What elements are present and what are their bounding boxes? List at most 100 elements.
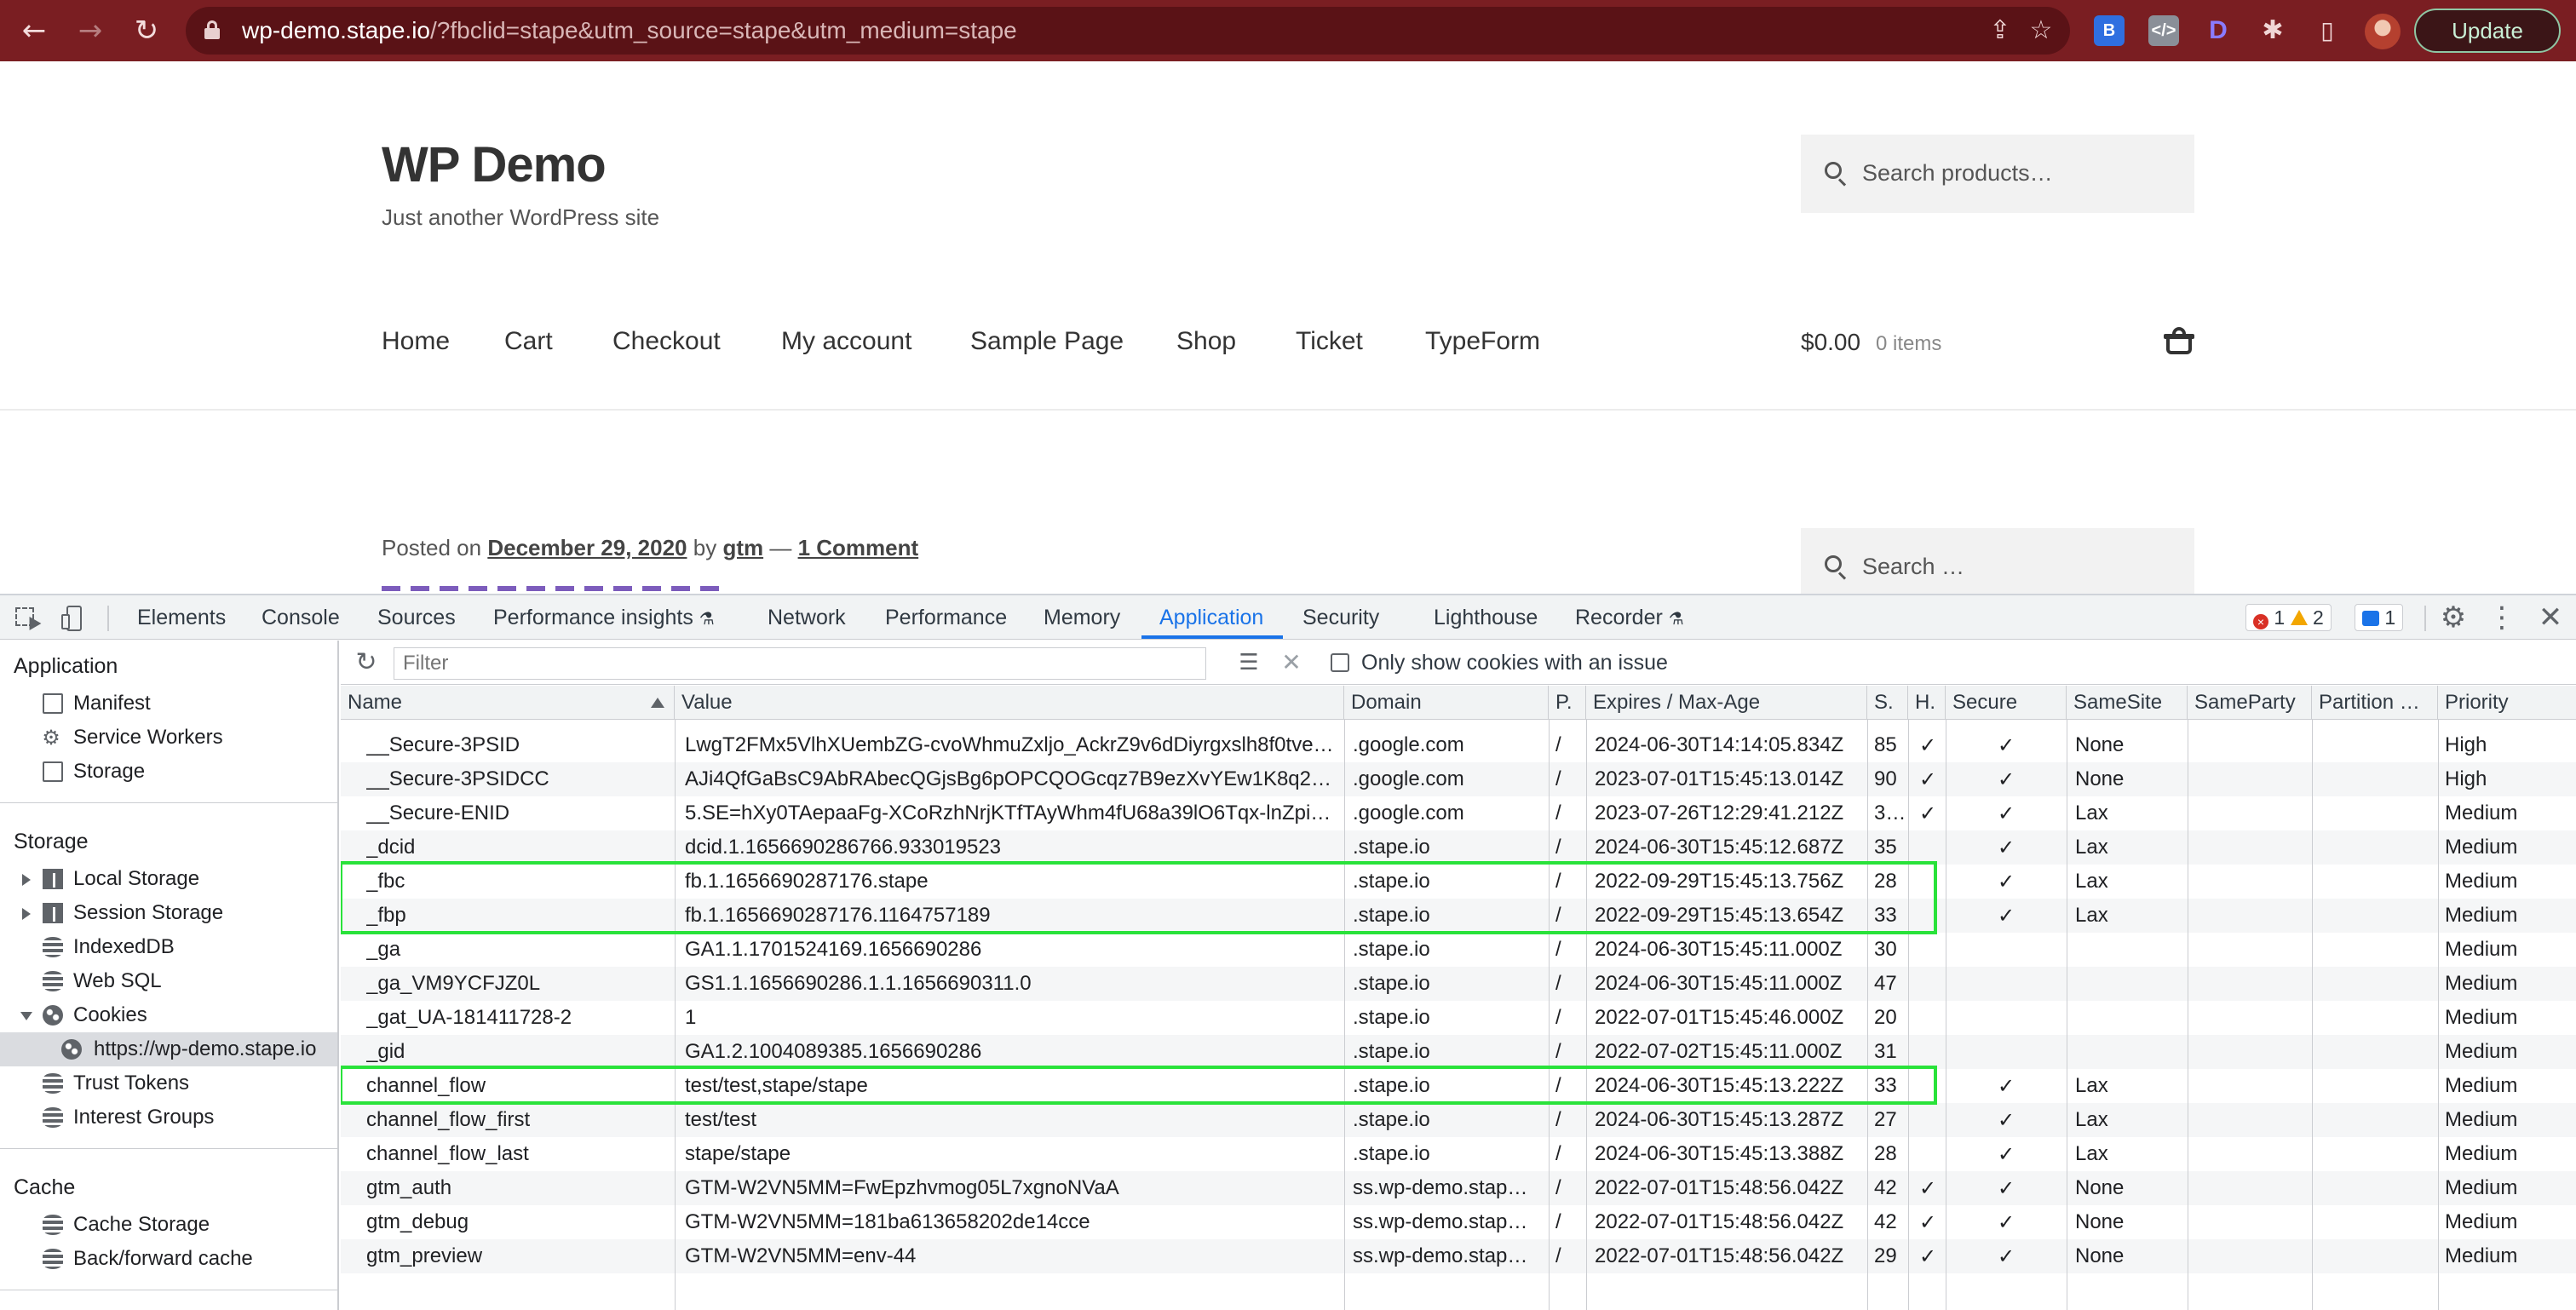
table-row[interactable]: _ga GA1.1.1701524169.1656690286 .stape.io /… xyxy=(341,933,2576,967)
column-header-samesite[interactable]: SameSite xyxy=(2067,686,2188,720)
site-search-box[interactable]: Search … xyxy=(1801,528,2194,594)
more-options-icon[interactable]: ⋮ xyxy=(2487,602,2516,633)
issues-counter[interactable]: × 1 2 xyxy=(2245,604,2332,631)
sidebar-item-trust-tokens[interactable]: Trust Tokens xyxy=(0,1066,337,1100)
sidebar-item-cookies[interactable]: Cookies xyxy=(0,998,337,1032)
forward-arrow-icon[interactable]: → xyxy=(72,12,109,49)
expand-arrow-icon[interactable] xyxy=(22,874,31,886)
sidebar-item-service-workers[interactable]: ⚙ Service Workers xyxy=(0,721,337,755)
product-search-box[interactable]: Search products… xyxy=(1801,135,2194,213)
back-arrow-icon[interactable]: ← xyxy=(15,12,53,49)
device-toolbar-icon[interactable] xyxy=(60,604,89,633)
nav-item-typeform[interactable]: TypeForm xyxy=(1425,327,1540,356)
comments-link[interactable]: 1 Comment xyxy=(798,535,919,560)
table-row[interactable]: __Secure-3PSIDCC AJi4QfGaBsC9AbRAbecQGjsB… xyxy=(341,762,2576,796)
url-text[interactable]: wp-demo.stape.io/?fbclid=stape&utm_sourc… xyxy=(242,17,1017,44)
column-header-partition[interactable]: Partition … xyxy=(2312,686,2438,720)
sidebar-item-cookie-origin[interactable]: https://wp-demo.stape.io xyxy=(0,1032,337,1066)
refresh-icon[interactable]: ↻ xyxy=(353,649,380,676)
sidebar-item-web-sql[interactable]: Web SQL xyxy=(0,964,337,998)
sidebar-item-interest-groups[interactable]: Interest Groups xyxy=(0,1100,337,1135)
collapse-arrow-icon[interactable] xyxy=(20,1012,32,1020)
tab-application[interactable]: Application xyxy=(1159,606,1263,630)
column-header-value[interactable]: Value xyxy=(675,686,1344,720)
delete-cookie-icon[interactable]: ✕ xyxy=(1278,649,1305,676)
nav-item-home[interactable]: Home xyxy=(382,327,450,356)
extension-d-icon[interactable]: D xyxy=(2203,15,2234,46)
author-link[interactable]: gtm xyxy=(722,535,763,560)
tab-security[interactable]: Security xyxy=(1302,606,1379,630)
table-row[interactable]: _gid GA1.2.1004089385.1656690286 .stape.io… xyxy=(341,1035,2576,1069)
sidebar-item-local-storage[interactable]: Local Storage xyxy=(0,862,337,896)
bookmark-star-icon[interactable]: ☆ xyxy=(2026,15,2056,46)
update-button[interactable]: Update xyxy=(2414,9,2561,53)
sidebar-item-storage[interactable]: Storage xyxy=(0,755,337,789)
cell-secure: ✓ xyxy=(1997,1177,2015,1200)
nav-item-shop[interactable]: Shop xyxy=(1176,327,1236,356)
site-title[interactable]: WP Demo xyxy=(382,136,607,193)
close-icon[interactable]: ✕ xyxy=(2535,602,2566,633)
tab-sources[interactable]: Sources xyxy=(377,606,456,630)
tab-console[interactable]: Console xyxy=(262,606,340,630)
sidebar-item-cache-storage[interactable]: Cache Storage xyxy=(0,1208,337,1242)
column-header-httponly[interactable]: H. xyxy=(1908,686,1946,720)
column-header-domain[interactable]: Domain xyxy=(1344,686,1549,720)
nav-item-sample-page[interactable]: Sample Page xyxy=(970,327,1124,356)
post-date-link[interactable]: December 29, 2020 xyxy=(487,535,687,560)
sidebar-item-indexeddb[interactable]: IndexedDB xyxy=(0,930,337,964)
column-header-size[interactable]: S. xyxy=(1867,686,1908,720)
tab-performance[interactable]: Performance xyxy=(885,606,1007,630)
tab-memory[interactable]: Memory xyxy=(1044,606,1120,630)
table-row[interactable]: gtm_debug GTM-W2VN5MM=181ba613658202de14c… xyxy=(341,1205,2576,1239)
column-header-priority[interactable]: Priority xyxy=(2438,686,2576,720)
side-panel-icon[interactable]: ▯ xyxy=(2312,15,2343,46)
tab-network[interactable]: Network xyxy=(768,606,846,630)
nav-item-cart[interactable]: Cart xyxy=(504,327,553,356)
clear-filtered-cookies-icon[interactable]: ☰ xyxy=(1233,649,1264,676)
cookie-filter-input[interactable] xyxy=(394,647,1206,680)
lock-icon[interactable] xyxy=(204,20,220,39)
expand-arrow-icon[interactable] xyxy=(22,908,31,920)
column-header-name[interactable]: Name xyxy=(341,686,675,720)
table-row[interactable]: _dcid dcid.1.1656690286766.933019523 .stap… xyxy=(341,830,2576,865)
table-row[interactable]: __Secure-ENID 5.SE=hXy0TAepaaFg-XCoRzhNrj… xyxy=(341,796,2576,830)
messages-counter[interactable]: 1 xyxy=(2355,604,2404,631)
tab-elements[interactable]: Elements xyxy=(137,606,226,630)
column-header-path[interactable]: P. xyxy=(1549,686,1586,720)
column-header-secure[interactable]: Secure xyxy=(1946,686,2067,720)
share-icon[interactable]: ⇪ xyxy=(1985,15,2015,46)
issue-only-checkbox[interactable] xyxy=(1331,653,1349,672)
tab-performance-insights[interactable]: Performance insights ⚗ xyxy=(493,606,715,630)
cart-total[interactable]: $0.00 xyxy=(1801,329,1860,356)
table-row[interactable]: __Secure-3PSID LwgT2FMx5VlhXUembZG-cvoWhm… xyxy=(341,728,2576,762)
column-divider xyxy=(2438,720,2439,1310)
sidebar-item-manifest[interactable]: Manifest xyxy=(0,687,337,721)
extension-icon-1[interactable]: B xyxy=(2094,15,2125,46)
column-header-expires[interactable]: Expires / Max-Age xyxy=(1586,686,1867,720)
table-row[interactable]: channel_flow_first test/test .stape.io / 202… xyxy=(341,1103,2576,1137)
basket-icon[interactable] xyxy=(2164,327,2194,356)
inspect-element-icon[interactable] xyxy=(14,604,43,633)
profile-avatar[interactable] xyxy=(2365,14,2401,49)
issue-only-label[interactable]: Only show cookies with an issue xyxy=(1361,651,1668,675)
settings-gear-icon[interactable]: ⚙ xyxy=(2438,602,2469,633)
tab-lighthouse[interactable]: Lighthouse xyxy=(1434,606,1538,630)
table-row[interactable]: _gat_UA-181411728-2 1 .stape.io / 2022-07-01… xyxy=(341,1001,2576,1035)
web-page: WP Demo Just another WordPress site Sear… xyxy=(0,61,2576,594)
sidebar-item-back-forward-cache[interactable]: Back/forward cache xyxy=(0,1242,337,1276)
extensions-puzzle-icon[interactable]: ✱ xyxy=(2257,15,2288,46)
nav-item-checkout[interactable]: Checkout xyxy=(612,327,721,356)
column-header-sameparty[interactable]: SameParty xyxy=(2188,686,2312,720)
cart-item-count[interactable]: 0 items xyxy=(1876,332,1941,356)
tab-recorder[interactable]: Recorder ⚗ xyxy=(1575,606,1684,630)
table-row[interactable]: channel_flow_last stape/stape .stape.io / 20… xyxy=(341,1137,2576,1171)
sidebar-item-session-storage[interactable]: Session Storage xyxy=(0,896,337,930)
extension-code-icon[interactable]: </> xyxy=(2148,15,2179,46)
address-bar[interactable]: wp-demo.stape.io/?fbclid=stape&utm_sourc… xyxy=(186,7,2070,55)
nav-item-ticket[interactable]: Ticket xyxy=(1296,327,1363,356)
table-row[interactable]: _ga_VM9YCFJZ0L GS1.1.1656690286.1.1.16566… xyxy=(341,967,2576,1001)
nav-item-my-account[interactable]: My account xyxy=(781,327,911,356)
table-row[interactable]: gtm_auth GTM-W2VN5MM=FwEpzhvmog05L7xgnoNV… xyxy=(341,1171,2576,1205)
table-row[interactable]: gtm_preview GTM-W2VN5MM=env-44 ss.wp-demo.… xyxy=(341,1239,2576,1273)
reload-icon[interactable]: ↻ xyxy=(128,12,165,49)
